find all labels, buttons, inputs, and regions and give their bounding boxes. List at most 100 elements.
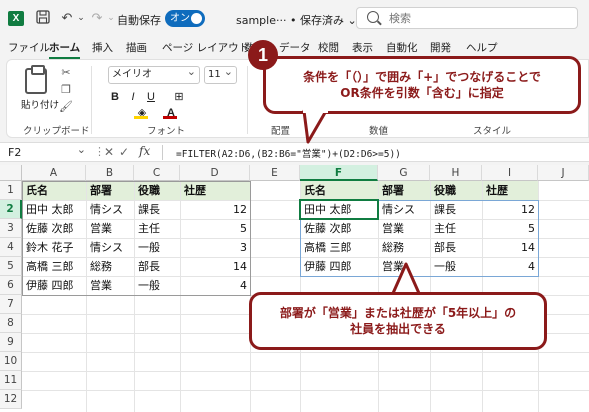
border-icon[interactable]: ⊞ [172, 90, 186, 104]
select-all-corner[interactable] [0, 165, 22, 181]
result-cell[interactable]: 営業 [379, 219, 430, 238]
tab-view[interactable]: 表示 [352, 40, 373, 55]
row-header-3[interactable]: 3 [0, 219, 22, 238]
cancel-icon[interactable]: ✕ [104, 145, 114, 159]
tab-home[interactable]: ホーム [49, 40, 81, 59]
result-cell[interactable]: 佐藤 次郎 [301, 219, 378, 238]
result-cell[interactable]: 12 [483, 200, 538, 219]
tab-developer[interactable]: 開発 [430, 40, 451, 55]
row-header-8[interactable]: 8 [0, 314, 22, 333]
worksheet-grid[interactable]: A B C D E F G H I J 1 2 3 4 5 6 7 8 9 10… [0, 165, 589, 412]
source-cell[interactable]: 一般 [135, 238, 180, 257]
font-size-select[interactable]: 11 [204, 64, 237, 84]
name-box[interactable]: F2 [6, 142, 88, 161]
column-header-g[interactable]: G [378, 165, 430, 181]
tab-data[interactable]: データ [279, 40, 311, 55]
column-header-i[interactable]: I [482, 165, 538, 181]
source-cell[interactable]: 情シス [87, 238, 134, 257]
search-input[interactable] [389, 10, 559, 26]
paste-icon[interactable] [25, 65, 47, 94]
insert-function-icon[interactable]: fx [139, 144, 150, 158]
row-header-2[interactable]: 2 [0, 200, 22, 219]
cut-icon[interactable]: ✂ [59, 66, 73, 80]
column-header-b[interactable]: B [86, 165, 134, 181]
search-box[interactable] [356, 7, 578, 29]
tab-automate[interactable]: 自動化 [386, 40, 418, 55]
source-header-title[interactable]: 役職 [135, 181, 180, 200]
autosave-toggle[interactable]: オン [165, 10, 205, 27]
bold-button[interactable]: B [108, 90, 122, 104]
source-cell[interactable]: 一般 [135, 276, 180, 295]
source-cell[interactable]: 14 [181, 257, 250, 276]
result-cell[interactable]: 情シス [379, 200, 430, 219]
source-cell[interactable]: 12 [181, 200, 250, 219]
file-name[interactable]: sample··· • 保存済み ⌄ [236, 12, 357, 28]
format-painter-icon[interactable]: 🖌 [59, 100, 73, 114]
source-cell[interactable]: 部長 [135, 257, 180, 276]
row-header-9[interactable]: 9 [0, 333, 22, 352]
row-header-11[interactable]: 11 [0, 371, 22, 390]
paste-label[interactable]: 貼り付け [21, 97, 59, 111]
tab-insert[interactable]: 挿入 [92, 40, 113, 55]
row-header-1[interactable]: 1 [0, 181, 22, 200]
column-header-f[interactable]: F [300, 165, 378, 181]
result-cell[interactable]: 部長 [431, 238, 482, 257]
result-cell[interactable]: 総務 [379, 238, 430, 257]
result-cell[interactable]: 高橋 三郎 [301, 238, 378, 257]
source-header-name[interactable]: 氏名 [23, 181, 86, 200]
result-cell[interactable]: 一般 [431, 257, 482, 276]
tab-draw[interactable]: 描画 [126, 40, 147, 55]
result-cell[interactable]: 田中 太郎 [301, 200, 378, 219]
formula-input[interactable]: =FILTER(A2:D6,(B2:B6="営業")+(D2:D6>=5)) [176, 146, 401, 160]
tab-file[interactable]: ファイル [8, 40, 50, 55]
source-cell[interactable]: 3 [181, 238, 250, 257]
tab-help[interactable]: ヘルプ [466, 40, 498, 55]
result-cell[interactable]: 5 [483, 219, 538, 238]
result-header-tenure[interactable]: 社歴 [483, 181, 538, 200]
result-header-name[interactable]: 氏名 [301, 181, 378, 200]
copy-icon[interactable]: ❐ [59, 83, 73, 97]
source-cell[interactable]: 5 [181, 219, 250, 238]
column-header-e[interactable]: E [250, 165, 300, 181]
column-header-j[interactable]: J [538, 165, 589, 181]
column-header-h[interactable]: H [430, 165, 482, 181]
result-cell[interactable]: 14 [483, 238, 538, 257]
source-cell[interactable]: 4 [181, 276, 250, 295]
tab-review[interactable]: 校閲 [318, 40, 339, 55]
italic-button[interactable]: I [126, 90, 140, 104]
source-cell[interactable]: 課長 [135, 200, 180, 219]
source-cell[interactable]: 総務 [87, 257, 134, 276]
source-header-dept[interactable]: 部署 [87, 181, 134, 200]
group-styles: スタイル [473, 126, 512, 137]
result-cell[interactable]: 伊藤 四郎 [301, 257, 378, 276]
underline-button[interactable]: U [144, 90, 158, 104]
source-cell[interactable]: 佐藤 次郎 [23, 219, 86, 238]
row-header-12[interactable]: 12 [0, 390, 22, 409]
source-cell[interactable]: 主任 [135, 219, 180, 238]
source-cell[interactable]: 情シス [87, 200, 134, 219]
save-icon[interactable] [34, 10, 52, 27]
column-header-c[interactable]: C [134, 165, 180, 181]
row-header-6[interactable]: 6 [0, 276, 22, 295]
result-cell[interactable]: 4 [483, 257, 538, 276]
column-header-a[interactable]: A [22, 165, 86, 181]
source-cell[interactable]: 営業 [87, 219, 134, 238]
row-header-5[interactable]: 5 [0, 257, 22, 276]
source-cell[interactable]: 田中 太郎 [23, 200, 86, 219]
row-header-7[interactable]: 7 [0, 295, 22, 314]
column-header-d[interactable]: D [180, 165, 250, 181]
source-header-tenure[interactable]: 社歴 [181, 181, 250, 200]
source-cell[interactable]: 伊藤 四郎 [23, 276, 86, 295]
result-header-title[interactable]: 役職 [431, 181, 482, 200]
enter-icon[interactable]: ✓ [119, 145, 129, 159]
source-cell[interactable]: 高橋 三郎 [23, 257, 86, 276]
row-header-4[interactable]: 4 [0, 238, 22, 257]
tab-page-layout[interactable]: ページ レイアウト [162, 40, 249, 55]
result-header-dept[interactable]: 部署 [379, 181, 430, 200]
font-name-select[interactable]: メイリオ [108, 64, 200, 84]
result-cell[interactable]: 主任 [431, 219, 482, 238]
row-header-10[interactable]: 10 [0, 352, 22, 371]
source-cell[interactable]: 鈴木 花子 [23, 238, 86, 257]
result-cell[interactable]: 課長 [431, 200, 482, 219]
source-cell[interactable]: 営業 [87, 276, 134, 295]
